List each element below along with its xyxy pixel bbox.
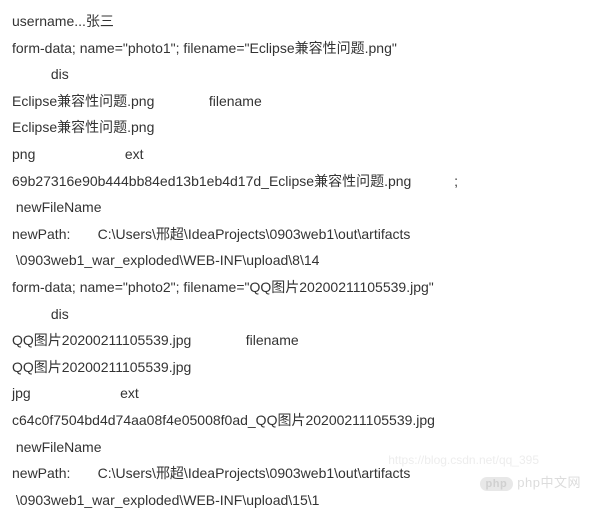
log-line: dis: [12, 301, 587, 328]
log-line: Eclipse兼容性问题.png: [12, 114, 587, 141]
log-line: \0903web1_war_exploded\WEB-INF\upload\15…: [12, 487, 587, 513]
console-log-output: username...张三 form-data; name="photo1"; …: [12, 8, 587, 513]
log-line: 69b27316e90b444bb84ed13b1eb4d17d_Eclipse…: [12, 168, 587, 195]
log-line: newFileName: [12, 194, 587, 221]
log-line: newPath: C:\Users\邢超\IdeaProjects\0903we…: [12, 221, 587, 248]
log-line: png ext: [12, 141, 587, 168]
log-line: form-data; name="photo1"; filename="Ecli…: [12, 35, 587, 62]
log-line: dis: [12, 61, 587, 88]
log-line: \0903web1_war_exploded\WEB-INF\upload\8\…: [12, 247, 587, 274]
log-line: jpg ext: [12, 380, 587, 407]
log-line: QQ图片20200211105539.jpg: [12, 354, 587, 381]
log-line: newFileName: [12, 434, 587, 461]
log-line: QQ图片20200211105539.jpg filename: [12, 327, 587, 354]
log-line: form-data; name="photo2"; filename="QQ图片…: [12, 274, 587, 301]
log-line: c64c0f7504bd4d74aa08f4e05008f0ad_QQ图片202…: [12, 407, 587, 434]
log-line: newPath: C:\Users\邢超\IdeaProjects\0903we…: [12, 460, 587, 487]
log-line: Eclipse兼容性问题.png filename: [12, 88, 587, 115]
log-line: username...张三: [12, 8, 587, 35]
